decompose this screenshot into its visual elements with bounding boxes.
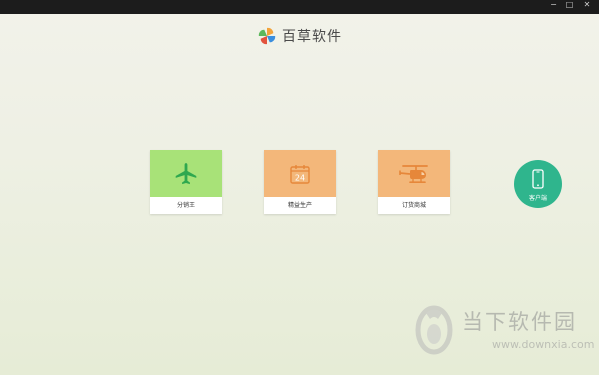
client-button[interactable]: 客户端 [514,160,562,208]
helicopter-icon [399,164,428,183]
client-button-label: 客户端 [528,195,547,202]
pinwheel-logo-icon [258,27,276,45]
tile-dinghuoshangcheng-label: 订货商城 [401,202,426,209]
tile-fenxiaowang[interactable]: 分销王 [150,150,222,214]
tile-dinghuoshangcheng-banner [378,150,450,197]
calendar-icon: 24 [290,164,310,184]
watermark-url: www.downxia.com [492,338,595,351]
tile-fenxiaowang-label: 分销王 [176,202,195,209]
tile-jingyishengchan-label: 精益生产 [287,202,312,209]
brand-header: 百草软件 [258,25,342,47]
mobile-phone-icon [532,169,544,189]
tile-dinghuoshangcheng[interactable]: 订货商城 [378,150,450,214]
title-bar: − □ ✕ [0,0,599,14]
watermark-name: 当下软件园 [462,310,577,334]
calendar-day-text: 24 [295,173,305,182]
close-button[interactable]: ✕ [578,0,596,9]
site-watermark: 当下软件园 www.downxia.com [410,302,594,362]
app-window: − □ ✕ 百草软件 分销王 24 精益生产 订货商城 客户端 当下软件园 ww… [0,0,599,375]
brand-name: 百草软件 [282,29,342,45]
tile-fenxiaowang-banner [150,150,222,197]
maximize-button[interactable]: □ [562,0,577,9]
watermark-logo-icon [415,305,453,355]
tile-jingyishengchan-banner: 24 [264,150,336,197]
airplane-icon [175,162,197,184]
tile-jingyishengchan[interactable]: 24 精益生产 [264,150,336,214]
minimize-button[interactable]: − [546,0,561,9]
